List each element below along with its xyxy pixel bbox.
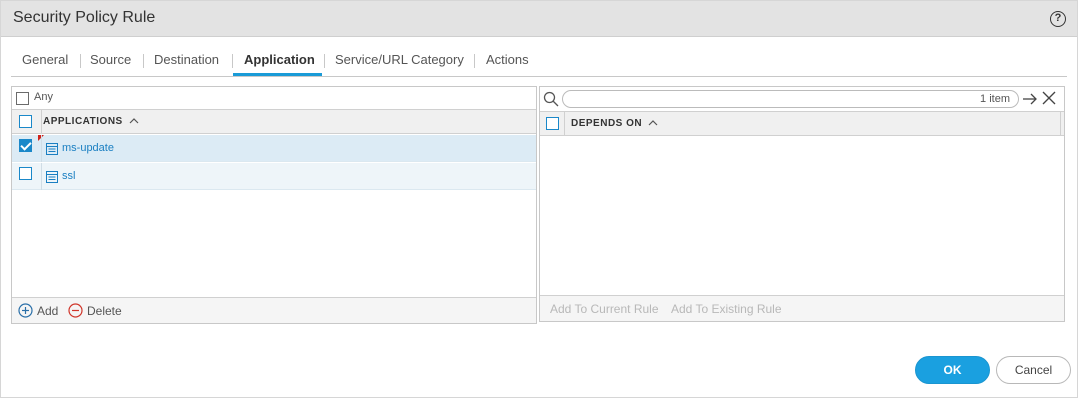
active-tab-indicator — [233, 73, 322, 76]
tab-actions[interactable]: Actions — [486, 52, 529, 67]
tab-separator — [324, 54, 325, 68]
application-name[interactable]: ssl — [62, 170, 75, 182]
tab-source[interactable]: Source — [90, 52, 131, 67]
applications-column-header[interactable]: APPLICATIONS — [43, 116, 123, 127]
delete-label: Delete — [87, 303, 122, 318]
header-separator — [41, 110, 42, 134]
tab-separator — [232, 54, 233, 68]
depends-on-header: DEPENDS ON — [540, 111, 1064, 136]
tab-separator — [143, 54, 144, 68]
search-input[interactable]: 1 item — [562, 90, 1019, 108]
add-icon — [18, 303, 33, 318]
item-count: 1 item — [980, 93, 1010, 105]
search-icon[interactable] — [543, 91, 559, 107]
dialog-titlebar: Security Policy Rule ? — [1, 1, 1077, 37]
add-label: Add — [37, 303, 59, 318]
search-bar: 1 item — [540, 87, 1064, 111]
select-all-checkbox[interactable] — [546, 117, 559, 130]
depends-on-footer: Add To Current Rule Add To Existing Rule — [540, 295, 1064, 321]
tab-general[interactable]: General — [22, 52, 68, 67]
application-name[interactable]: ms-update — [62, 142, 114, 154]
table-row[interactable]: ssl — [12, 163, 536, 190]
depends-on-panel: 1 item DEPENDS ON Add To Current Rule Ad… — [539, 86, 1065, 322]
tab-application[interactable]: Application — [244, 52, 315, 67]
row-separator — [41, 135, 42, 162]
row-separator — [41, 163, 42, 190]
any-label: Any — [34, 91, 53, 103]
application-icon — [46, 171, 58, 183]
tab-service-url-category[interactable]: Service/URL Category — [335, 52, 464, 67]
add-to-existing-rule-button[interactable]: Add To Existing Rule — [671, 302, 782, 316]
tab-separator — [474, 54, 475, 68]
sort-up-icon[interactable] — [647, 117, 659, 129]
dialog-title: Security Policy Rule — [13, 9, 156, 26]
sort-up-icon[interactable] — [128, 115, 140, 127]
add-button[interactable]: Add — [18, 303, 58, 318]
tab-separator — [80, 54, 81, 68]
help-icon[interactable]: ? — [1050, 11, 1066, 27]
applications-panel: Any APPLICATIONS ms-update ssl Add Delet… — [11, 86, 537, 324]
any-checkbox[interactable] — [16, 92, 29, 105]
arrow-right-icon[interactable] — [1022, 91, 1038, 107]
delete-icon — [68, 303, 83, 318]
tab-bar: General Source Destination Application S… — [11, 45, 1067, 77]
row-checkbox[interactable] — [19, 167, 32, 180]
table-row[interactable]: ms-update — [12, 135, 536, 162]
tab-destination[interactable]: Destination — [154, 52, 219, 67]
row-checkbox[interactable] — [19, 139, 32, 152]
delete-button[interactable]: Delete — [68, 303, 122, 318]
select-all-checkbox[interactable] — [19, 115, 32, 128]
security-policy-rule-dialog: Security Policy Rule ? General Source De… — [0, 0, 1078, 398]
ok-button[interactable]: OK — [915, 356, 990, 384]
cancel-button[interactable]: Cancel — [996, 356, 1071, 384]
add-to-current-rule-button[interactable]: Add To Current Rule — [550, 302, 659, 316]
close-icon[interactable] — [1042, 91, 1056, 105]
any-row: Any — [12, 87, 536, 109]
applications-header: APPLICATIONS — [12, 109, 536, 134]
depends-on-column-header[interactable]: DEPENDS ON — [571, 118, 642, 129]
header-separator — [564, 112, 565, 136]
header-separator — [1060, 112, 1061, 136]
applications-footer: Add Delete — [12, 297, 536, 323]
application-icon — [46, 143, 58, 155]
